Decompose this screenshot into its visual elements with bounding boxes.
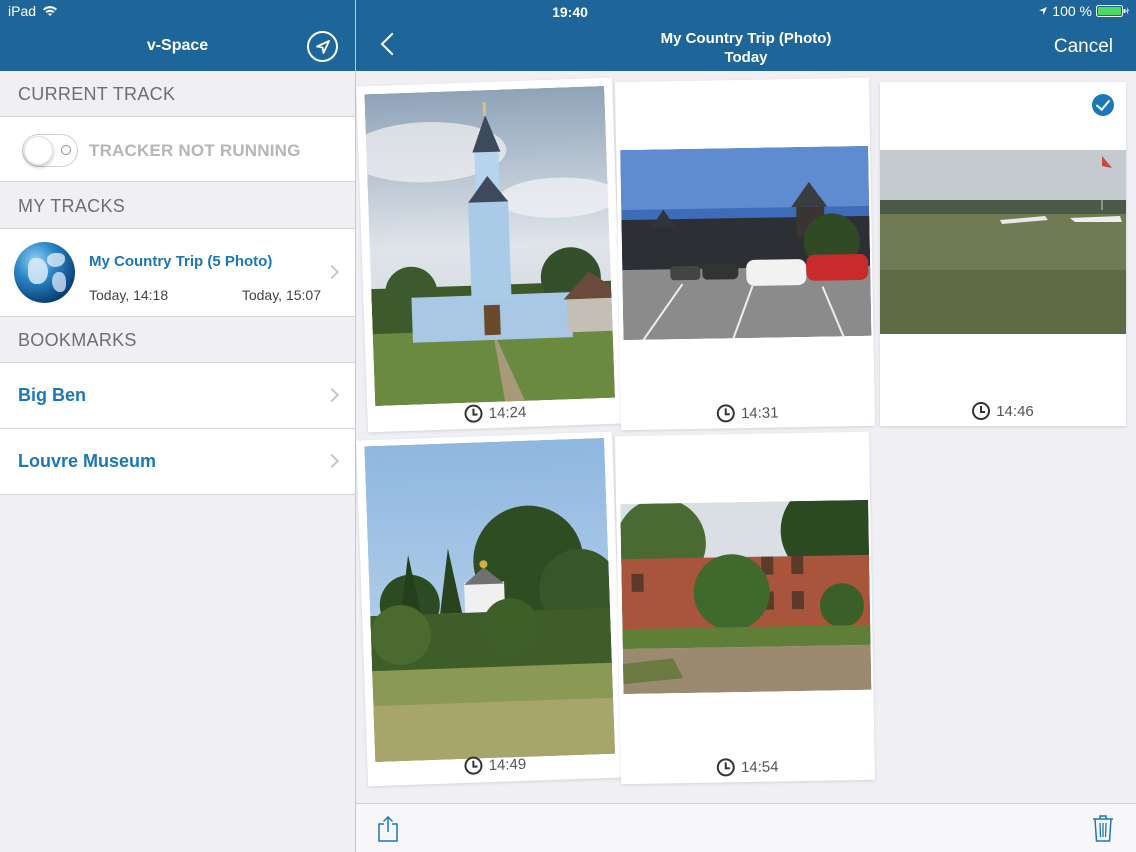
checkmark-icon[interactable]	[1092, 94, 1114, 116]
photo-card-selected[interactable]: 14:46	[880, 82, 1126, 426]
sidebar-title: v-Space	[146, 37, 209, 54]
my-tracks-header: MY TRACKS	[0, 183, 355, 229]
detail-nav-bar: 19:40 100 % My Country Trip (Photo) Toda…	[356, 0, 1136, 71]
bookmark-item-big-ben[interactable]: Big Ben	[0, 363, 355, 429]
photo-timestamp: 14:46	[880, 402, 1126, 420]
status-bar-left: iPad	[8, 3, 58, 19]
battery-percent: 100 %	[1052, 3, 1092, 19]
bottom-toolbar	[356, 803, 1136, 852]
status-time: 19:40	[552, 4, 588, 20]
track-start-time: Today, 14:18	[89, 287, 169, 303]
tracker-toggle[interactable]	[22, 134, 78, 167]
track-end-time: Today, 15:07	[241, 287, 321, 303]
bookmark-label: Louvre Museum	[18, 451, 157, 471]
track-name: My Country Trip (5 Photo)	[89, 253, 273, 270]
sidebar-nav-bar: iPad v-Space	[0, 0, 355, 71]
photo-time: 14:31	[740, 403, 779, 422]
photo-timestamp: 14:54	[621, 756, 875, 778]
location-button[interactable]	[307, 31, 338, 62]
chevron-right-icon	[324, 387, 340, 403]
photo-image	[620, 499, 872, 695]
location-arrow-icon	[315, 39, 330, 54]
chevron-right-icon	[324, 264, 340, 280]
airfield-photo	[880, 150, 1126, 334]
globe-icon	[14, 242, 75, 303]
meadow-photo	[364, 437, 616, 763]
clock-icon	[972, 402, 991, 420]
chevron-right-icon	[324, 453, 340, 469]
photo-time: 14:24	[488, 403, 527, 422]
tracker-cell: TRACKER NOT RUNNING	[0, 117, 355, 182]
wifi-icon	[43, 6, 58, 16]
clock-icon	[464, 756, 483, 775]
photo-detail: 19:40 100 % My Country Trip (Photo) Toda…	[356, 0, 1136, 852]
sidebar: iPad v-Space CURRENT TRACK TRACKER NOT R…	[0, 0, 355, 852]
bookmarks-header: BOOKMARKS	[0, 317, 355, 363]
device-name: iPad	[8, 3, 37, 19]
status-bar-right: 100 %	[1038, 3, 1130, 19]
detail-title: My Country Trip (Photo) Today	[356, 29, 1136, 67]
church-photo	[364, 85, 616, 407]
trash-icon	[1093, 815, 1113, 842]
delete-button[interactable]	[1092, 814, 1114, 842]
photo-image	[880, 150, 1126, 334]
castle-parking-photo	[620, 145, 872, 341]
detail-title-text: My Country Trip (Photo)	[660, 30, 832, 47]
photo-image	[620, 145, 872, 341]
current-track-header: CURRENT TRACK	[0, 71, 355, 117]
brick-house-photo	[620, 499, 872, 695]
photo-time: 14:54	[740, 757, 779, 776]
track-row[interactable]: My Country Trip (5 Photo) Today, 14:18 T…	[0, 229, 355, 317]
detail-subtitle: Today	[724, 49, 768, 66]
photo-image	[364, 85, 616, 407]
share-icon	[378, 815, 398, 842]
photo-card[interactable]: 14:24	[356, 77, 624, 433]
photo-image	[364, 437, 616, 763]
photo-card[interactable]: 14:49	[356, 431, 624, 787]
toggle-knob	[24, 136, 53, 165]
photo-timestamp: 14:31	[621, 402, 875, 424]
bookmark-item-louvre-museum[interactable]: Louvre Museum	[0, 429, 355, 495]
bookmark-label: Big Ben	[18, 385, 87, 405]
share-button[interactable]	[377, 815, 399, 842]
toggle-off-icon	[61, 145, 71, 155]
photo-card[interactable]: 14:54	[614, 431, 876, 785]
battery-icon	[1096, 5, 1129, 17]
cancel-button[interactable]: Cancel	[1054, 36, 1113, 58]
screen: iPad v-Space CURRENT TRACK TRACKER NOT R…	[0, 0, 1136, 852]
clock-icon	[716, 404, 736, 423]
tracker-status-label: TRACKER NOT RUNNING	[89, 141, 301, 160]
clock-icon	[716, 758, 736, 777]
location-services-icon	[1039, 7, 1048, 15]
photo-time: 14:49	[488, 755, 527, 774]
photo-time: 14:46	[996, 402, 1034, 420]
photo-card[interactable]: 14:31	[614, 77, 876, 431]
clock-icon	[464, 404, 484, 423]
